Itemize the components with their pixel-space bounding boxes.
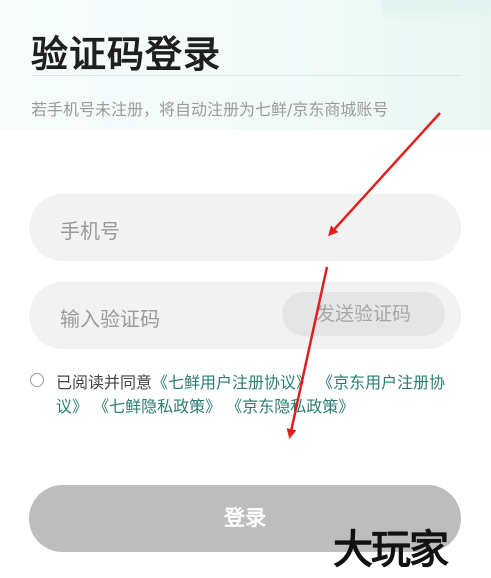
agreement-row: 已阅读并同意《七鲜用户注册协议》 《京东用户注册协议》 《七鲜隐私政策》 《京东… — [29, 371, 469, 419]
link-jd-privacy-policy[interactable]: 《京东隐私政策》 — [226, 397, 354, 416]
link-jd7fresh-privacy-policy[interactable]: 《七鲜隐私政策》 — [93, 397, 221, 416]
agreement-radio[interactable] — [30, 373, 44, 387]
page-subtitle: 若手机号未注册，将自动注册为七鲜/京东商城账号 — [31, 100, 389, 119]
agreement-prefix: 已阅读并同意 — [56, 373, 153, 392]
send-code-button[interactable]: 发送验证码 — [282, 292, 445, 336]
title-divider — [31, 75, 461, 76]
code-placeholder: 输入验证码 — [60, 307, 160, 331]
phone-input[interactable]: 手机号 — [29, 194, 461, 261]
watermark-logo: 大玩家 — [333, 527, 449, 573]
agreement-text: 已阅读并同意《七鲜用户注册协议》 《京东用户注册协议》 《七鲜隐私政策》 《京东… — [56, 371, 469, 419]
code-input[interactable]: 输入验证码 发送验证码 — [29, 282, 461, 349]
link-jd7fresh-register-agreement[interactable]: 《七鲜用户注册协议》 — [152, 373, 312, 392]
phone-placeholder: 手机号 — [60, 219, 120, 243]
page-title: 验证码登录 — [31, 33, 221, 76]
